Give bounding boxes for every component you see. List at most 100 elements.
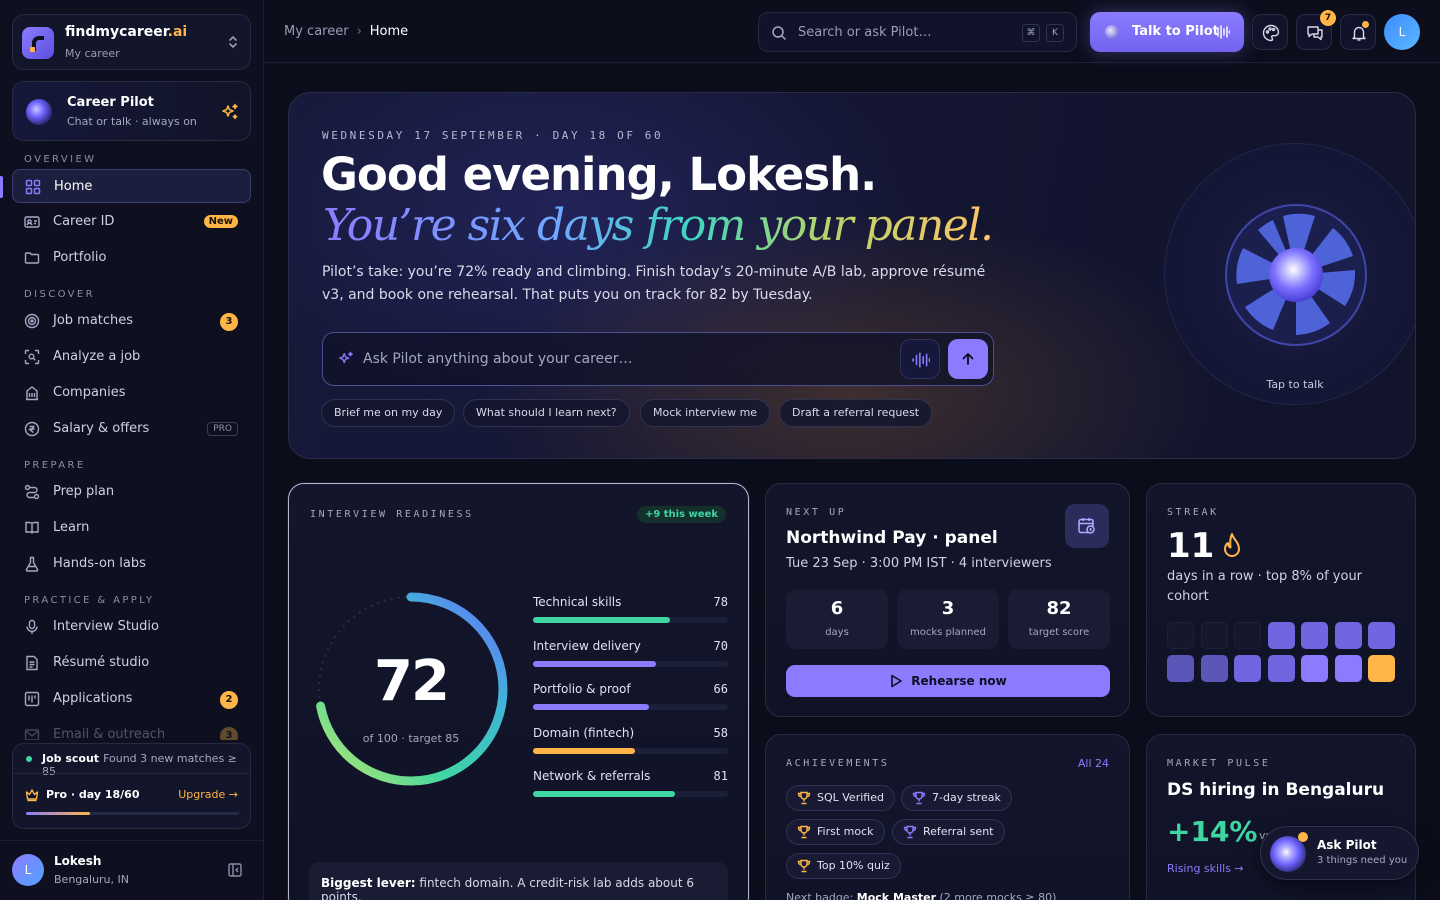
achievement-badge[interactable]: SQL Verified <box>786 785 895 811</box>
workspace-switcher[interactable]: findmycareer.ai My career <box>12 14 251 70</box>
send-button[interactable] <box>948 339 988 379</box>
sidebar-item-prep-plan[interactable]: Prep plan <box>12 475 251 509</box>
sidebar-item-analyze-a-job[interactable]: Analyze a job <box>12 340 251 374</box>
market-headline: DS hiring in Bengaluru <box>1167 780 1385 800</box>
mail-icon <box>24 727 40 740</box>
user-location: Bengaluru, IN <box>54 873 129 886</box>
card-title: ACHIEVEMENTS <box>786 758 890 769</box>
streak-day-cell <box>1368 655 1395 682</box>
achievement-badge[interactable]: 7-day streak <box>901 785 1012 811</box>
pilot-orb-icon <box>1225 204 1367 346</box>
trophy-icon <box>912 791 926 805</box>
voice-orb-button[interactable]: Tap to talk <box>1164 143 1415 405</box>
streak-day-cell <box>1234 655 1261 682</box>
sidebar-item-interview-studio[interactable]: Interview Studio <box>12 610 251 644</box>
skill-value: 66 <box>713 682 728 696</box>
skill-track <box>533 617 728 623</box>
streak-day-cell <box>1368 622 1395 649</box>
talk-label: Talk to Pilot <box>1132 24 1219 39</box>
sidebar-item-label: Prep plan <box>53 484 115 499</box>
collapse-sidebar-icon[interactable] <box>228 863 242 877</box>
section-discover: DISCOVER <box>24 289 95 300</box>
sparkle-icon <box>338 351 354 367</box>
skill-label: Portfolio & proof <box>533 682 631 696</box>
theme-button[interactable] <box>1252 14 1288 50</box>
job-scout-card[interactable]: Job scout Found 3 new matches ≥ 85 Pro · … <box>12 743 251 829</box>
voice-input-button[interactable] <box>900 339 940 379</box>
breadcrumb-parent[interactable]: My career <box>284 24 349 39</box>
achievement-badge[interactable]: First mock <box>786 819 885 845</box>
ask-pilot-fab[interactable]: Ask Pilot 3 things need you <box>1260 826 1419 880</box>
messages-button[interactable]: 7 <box>1296 10 1336 50</box>
calendar-clock-icon <box>1078 518 1095 534</box>
sidebar-item-label: Hands-on labs <box>53 556 146 571</box>
new-badge: New <box>203 215 238 228</box>
sidebar-item-home[interactable]: Home <box>12 169 251 203</box>
live-dot-icon <box>26 756 32 762</box>
breadcrumb-separator: › <box>356 24 362 39</box>
account-avatar[interactable]: L <box>1384 14 1420 50</box>
plan-progress <box>26 812 239 815</box>
sidebar-item-career-id[interactable]: Career ID New <box>12 205 251 239</box>
sparkle-icon <box>221 103 239 121</box>
play-icon <box>891 674 903 688</box>
sidebar-item-hands-on-labs[interactable]: Hands-on labs <box>12 547 251 581</box>
sidebar-item-label: Interview Studio <box>53 619 159 634</box>
book-icon <box>24 520 40 536</box>
sidebar-item-label: Analyze a job <box>53 349 141 364</box>
suggestion-chip[interactable]: What should I learn next? <box>463 399 630 427</box>
ask-placeholder: Ask Pilot anything about your career… <box>363 351 633 367</box>
ask-pilot-input[interactable]: Ask Pilot anything about your career… <box>322 332 994 386</box>
calendar-button[interactable] <box>1065 504 1109 548</box>
flask-icon <box>24 556 40 572</box>
achievement-badge[interactable]: Top 10% quiz <box>786 853 901 879</box>
rising-skills-link[interactable]: Rising skills → <box>1167 862 1244 875</box>
stat-target: 82 target score <box>1008 589 1110 649</box>
sidebar-item-resume-studio[interactable]: Résumé studio <box>12 646 251 680</box>
pilot-orb-icon <box>26 99 52 125</box>
avatar: L <box>12 854 44 886</box>
streak-day-cell <box>1301 655 1328 682</box>
skill-fill <box>533 661 656 667</box>
achievement-badge[interactable]: Referral sent <box>892 819 1005 845</box>
sidebar-item-label: Résumé studio <box>53 655 150 670</box>
sidebar-item-salary-offers[interactable]: Salary & offers PRO <box>12 412 251 446</box>
rehearse-now-button[interactable]: Rehearse now <box>786 665 1110 697</box>
breadcrumb-current: Home <box>369 24 409 39</box>
sidebar-item-companies[interactable]: Companies <box>12 376 251 410</box>
user-profile[interactable]: L Lokesh Bengaluru, IN <box>0 840 263 900</box>
search-placeholder: Search or ask Pilot… <box>798 25 932 40</box>
ask-pilot-title: Ask Pilot <box>1317 838 1377 852</box>
sidebar-item-applications[interactable]: Applications 2 <box>12 682 251 716</box>
sidebar-item-portfolio[interactable]: Portfolio <box>12 241 251 275</box>
sidebar-item-learn[interactable]: Learn <box>12 511 251 545</box>
search-input[interactable]: Search or ask Pilot… ⌘ K <box>758 12 1077 52</box>
suggestion-chip[interactable]: Mock interview me <box>640 399 771 427</box>
skill-row: Portfolio & proof 66 <box>533 682 728 712</box>
skill-fill <box>533 704 649 710</box>
section-practice-apply: PRACTICE & APPLY <box>24 595 155 606</box>
count-badge: 3 <box>220 727 238 740</box>
skill-value: 58 <box>713 726 728 740</box>
tap-to-talk-label: Tap to talk <box>1266 378 1324 391</box>
date-eyebrow: WEDNESDAY 17 SEPTEMBER · DAY 18 OF 60 <box>322 129 664 142</box>
sidebar-item-job-matches[interactable]: Job matches 3 <box>12 304 251 338</box>
notifications-button[interactable] <box>1340 14 1376 50</box>
workspace-subtitle: My career <box>65 47 120 60</box>
career-pilot-card[interactable]: Career Pilot Chat or talk · always on <box>12 81 251 141</box>
streak-day-cell <box>1267 655 1295 682</box>
suggestion-chip[interactable]: Draft a referral request <box>779 399 933 427</box>
divider <box>13 773 250 774</box>
chevron-updown-icon <box>227 34 239 50</box>
sidebar-item-email-outreach[interactable]: Email & outreach 3 <box>12 718 251 740</box>
market-change-value: +14% <box>1167 815 1258 848</box>
talk-to-pilot-button[interactable]: Talk to Pilot <box>1090 12 1244 52</box>
streak-count: 11 <box>1167 526 1215 566</box>
hero-card: WEDNESDAY 17 SEPTEMBER · DAY 18 OF 60 Go… <box>288 92 1416 459</box>
skill-fill <box>533 748 635 754</box>
view-all-link[interactable]: All 24 <box>1078 757 1109 770</box>
message-count-badge: 7 <box>1320 10 1336 26</box>
suggestion-chip[interactable]: Brief me on my day <box>321 399 456 427</box>
biggest-lever-note: Biggest lever: fintech domain. A credit-… <box>309 862 728 900</box>
upgrade-link[interactable]: Upgrade → <box>178 788 238 801</box>
